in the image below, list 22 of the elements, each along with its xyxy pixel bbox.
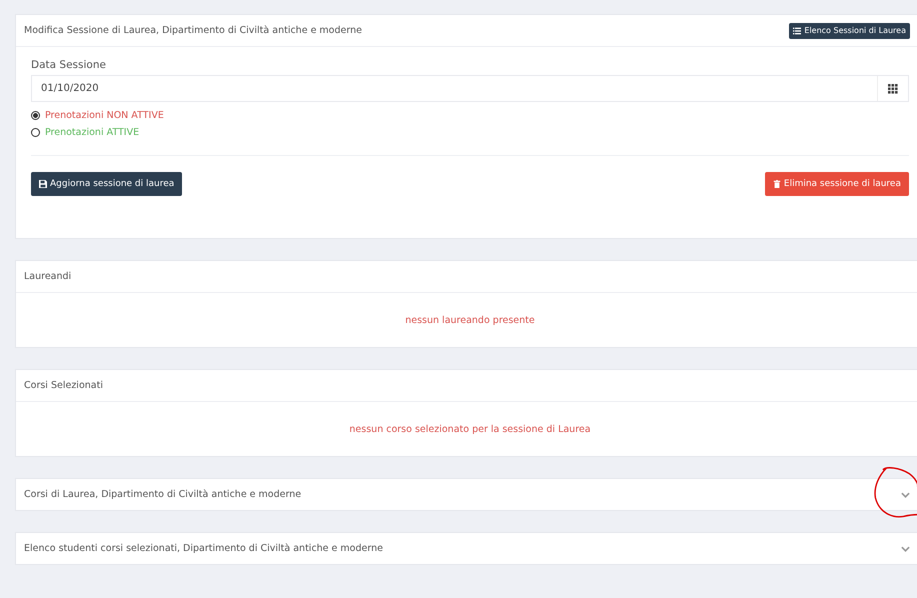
radio-button[interactable] (31, 111, 40, 120)
panel-title: Corsi Selezionati (24, 380, 103, 391)
radio-button[interactable] (31, 128, 40, 137)
update-button[interactable]: Aggiorna sessione di laurea (31, 172, 182, 196)
chevron-icon[interactable] (901, 492, 910, 498)
panel-title: Laureandi (24, 271, 72, 282)
empty-message: nessun corso selezionato per la sessione di Laurea (349, 424, 591, 434)
list-icon (793, 26, 802, 34)
field-label: Data Sessione (31, 59, 107, 71)
session-list-button[interactable]: Elenco Sessioni di Laurea (789, 22, 910, 38)
delete-button[interactable]: Elimina sessione di laurea (764, 172, 909, 196)
empty-message: nessun laureando presente (405, 314, 535, 326)
radio-option[interactable]: Prenotazioni NON ATTIVE (31, 110, 909, 121)
collapsible-panel[interactable]: Corsi di Laurea, Dipartimento di Civiltà antiche e moderne (15, 478, 917, 511)
chevron-icon[interactable] (901, 546, 910, 552)
date-field[interactable]: 01/10/2020 (31, 75, 909, 102)
trash-icon (772, 180, 781, 188)
panel-title: Corsi di Laurea, Dipartimento di Civiltà antiche e moderne (24, 489, 302, 500)
grid-icon (888, 84, 898, 94)
collapsible-panel[interactable]: Elenco studenti corsi selezionati, Dipartimento di Civiltà antiche e moderne (15, 532, 917, 565)
panel-title: Modifica Sessione di Laurea, Dipartimento di Civiltà antiche e moderne (24, 25, 362, 36)
panel-title: Elenco studenti corsi selezionati, Dipartimento di Civiltà antiche e moderne (24, 543, 383, 554)
